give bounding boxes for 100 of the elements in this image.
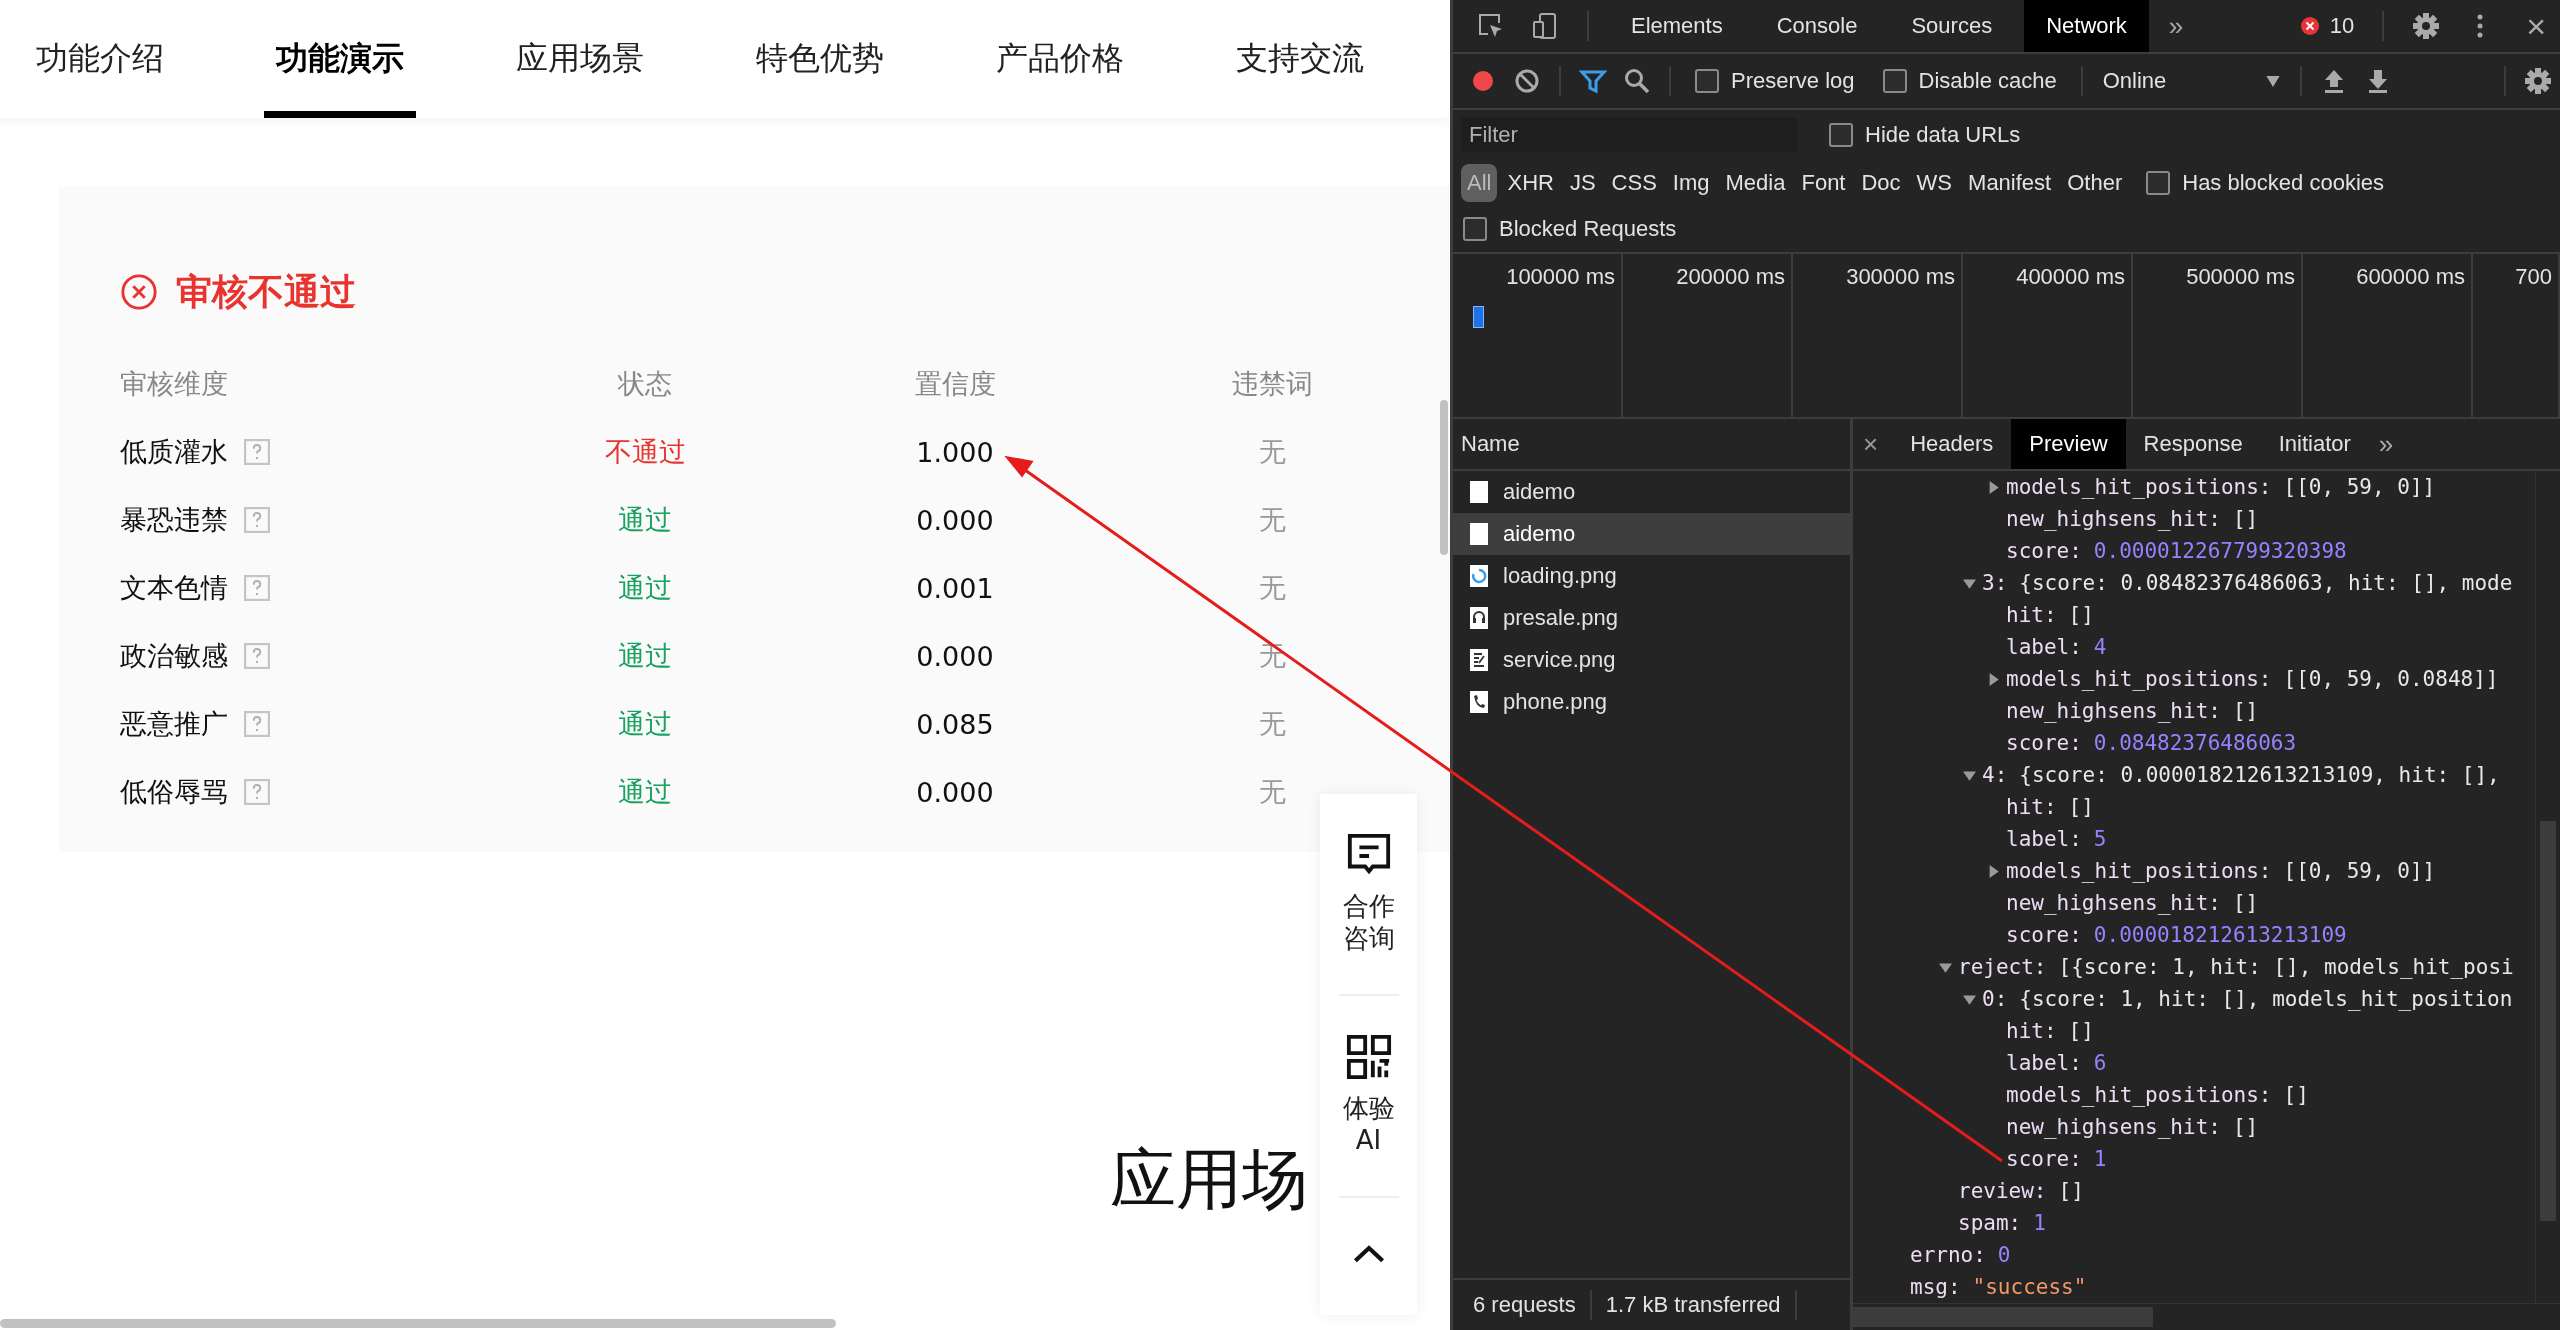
panel-tab[interactable]: Sources [1889, 0, 2015, 52]
more-tabs-button[interactable]: » [2158, 10, 2194, 42]
property-key: 0: [1982, 987, 2008, 1011]
type-filter[interactable]: Manifest [1962, 164, 2058, 202]
property-key: spam: [1958, 1211, 2022, 1235]
scrollbar-thumb[interactable] [1853, 1307, 2153, 1327]
scrollbar-thumb[interactable] [0, 1319, 836, 1328]
panel-tab[interactable]: Elements [1609, 0, 1745, 52]
banned-words-value: 无 [1258, 775, 1286, 809]
type-filter[interactable]: Doc [1855, 164, 1907, 202]
nav-tab[interactable]: 特色优势 [744, 0, 896, 118]
panel-tab[interactable]: Console [1754, 0, 1880, 52]
type-filter[interactable]: JS [1563, 164, 1602, 202]
status-text: 通过 [618, 639, 672, 673]
document-icon [1469, 480, 1489, 504]
property-key: new_highsens_hit: [2006, 891, 2221, 915]
form-icon [1469, 648, 1489, 672]
property-value: {score: 0.08482376486063, hit: [], mode [2019, 571, 2513, 595]
property-key: new_highsens_hit: [2006, 699, 2221, 723]
close-button[interactable]: × [2512, 6, 2560, 46]
timeline-tick: 600000 ms [2356, 264, 2465, 289]
dimension-label: 恶意推广 [120, 707, 228, 741]
confidence-value: 1.000 [916, 436, 994, 468]
status-text: 通过 [618, 571, 672, 605]
confidence-value: 0.000 [916, 776, 994, 808]
detail-tab[interactable]: Initiator [2260, 419, 2369, 469]
checkbox[interactable] [1463, 217, 1487, 241]
error-count[interactable]: 10 [2329, 13, 2355, 39]
checkbox[interactable] [1829, 123, 1853, 147]
type-filter[interactable]: Img [1666, 164, 1716, 202]
property-value: [[0, 59, 0]] [2283, 475, 2436, 499]
disclosure-triangle-icon[interactable] [1987, 480, 2000, 494]
close-button[interactable]: × [1853, 428, 1893, 460]
property-key: hit: [2006, 795, 2057, 819]
disclosure-triangle-icon[interactable] [1987, 672, 2000, 686]
transfer-size: 1.7 kB transferred [1605, 1292, 1781, 1318]
request-row[interactable]: loading.png [1453, 555, 1850, 597]
detail-tab[interactable]: Headers [1892, 419, 2012, 469]
type-filter[interactable]: CSS [1605, 164, 1663, 202]
property-key: models_hit_positions: [2006, 475, 2272, 499]
property-key: msg: [1910, 1275, 1961, 1299]
nav-tab[interactable]: 功能演示 [264, 0, 416, 118]
dimension-label: 低俗辱骂 [120, 775, 228, 809]
consult-link[interactable]: 合作咨询 [1341, 890, 1396, 954]
caret-icon[interactable] [2266, 75, 2281, 87]
property-value: 5 [2093, 827, 2107, 851]
request-row[interactable]: phone.png [1453, 681, 1850, 723]
back-to-top-icon[interactable] [1351, 1243, 1386, 1265]
scrollbar-thumb[interactable] [1440, 400, 1448, 555]
more-tabs-button[interactable]: » [2368, 428, 2404, 460]
error-icon[interactable] [2299, 16, 2320, 36]
throttling-dropdown[interactable]: Online [2092, 68, 2291, 94]
timeline-tick: 500000 ms [2186, 264, 2295, 289]
property-key: label: [2006, 1051, 2082, 1075]
settings-icon[interactable] [2412, 12, 2441, 40]
property-value: [] [2068, 603, 2094, 627]
type-filter[interactable]: WS [1910, 164, 1959, 202]
property-key: reject: [1958, 955, 2047, 979]
type-filter[interactable]: Other [2061, 164, 2129, 202]
timeline-tick: 400000 ms [2016, 264, 2125, 289]
checkbox[interactable] [1695, 69, 1719, 93]
request-row[interactable]: aidemo [1453, 471, 1850, 513]
status-text: 通过 [618, 707, 672, 741]
nav-tab[interactable]: 应用场景 [504, 0, 656, 118]
property-key: models_hit_positions: [2006, 859, 2272, 883]
property-value: 6 [2093, 1051, 2107, 1075]
clear-icon[interactable] [1513, 67, 1541, 95]
banned-words-value: 无 [1258, 435, 1286, 469]
panel-tab[interactable]: Network [2024, 0, 2149, 52]
column-header: 违禁词 [1231, 367, 1313, 401]
property-value: 1 [2093, 1147, 2107, 1171]
property-value: 0 [1997, 1243, 2011, 1267]
phone-icon [1469, 690, 1489, 714]
nav-tab[interactable]: 产品价格 [984, 0, 1136, 118]
scrollbar-thumb[interactable] [2540, 821, 2556, 1221]
filter-field[interactable]: Filter [1461, 118, 1797, 152]
property-key: score: [2006, 731, 2082, 755]
property-key: score: [2006, 1147, 2082, 1171]
try-ai-link[interactable]: 体验AI [1341, 1092, 1396, 1156]
detail-tab[interactable]: Response [2125, 419, 2261, 469]
checkbox[interactable] [1882, 69, 1907, 93]
checkbox[interactable] [2146, 171, 2171, 195]
device-toolbar-icon[interactable] [1531, 12, 1559, 40]
type-filter[interactable]: Media [1719, 164, 1792, 202]
request-row[interactable]: aidemo [1453, 513, 1850, 555]
request-row[interactable]: presale.png [1453, 597, 1850, 639]
type-filter[interactable]: XHR [1501, 164, 1560, 202]
detail-tab[interactable]: Preview [2011, 419, 2126, 469]
confidence-value: 0.000 [916, 640, 994, 672]
nav-tab[interactable]: 功能介绍 [24, 0, 176, 118]
property-value: {score: 1, hit: [], models_hit_position [2019, 987, 2513, 1011]
property-value: [[0, 59, 0]] [2283, 859, 2436, 883]
disclosure-triangle-icon[interactable] [1987, 864, 2000, 878]
qr-code-icon[interactable] [1345, 1034, 1392, 1080]
request-row[interactable]: service.png [1453, 639, 1850, 681]
property-value: [] [2232, 1115, 2259, 1139]
nav-tab[interactable]: 支持交流 [1224, 0, 1376, 118]
headset-icon [1469, 606, 1489, 630]
type-filter[interactable]: Font [1795, 164, 1852, 202]
search-icon[interactable] [1623, 67, 1651, 95]
